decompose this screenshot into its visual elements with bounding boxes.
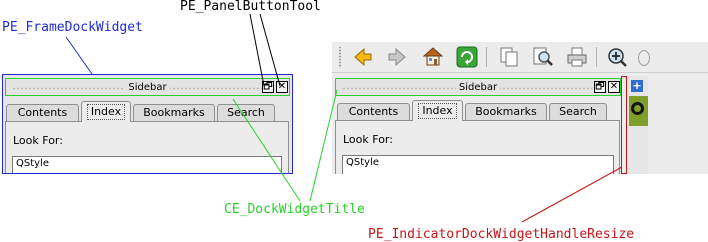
right-dock-title-bar[interactable]: Sidebar 🗗 ✕: [335, 78, 621, 96]
neighbour-panel: +: [628, 76, 648, 174]
home-icon[interactable]: [422, 45, 444, 67]
print-icon[interactable]: [566, 46, 588, 68]
forward-icon[interactable]: [386, 46, 408, 68]
tab-contents-right-label: Contents: [348, 105, 399, 118]
look-for-label-right: Look For:: [343, 133, 393, 146]
label-dock-widget-title: CE_DockWidgetTitle: [224, 202, 365, 217]
plus-icon[interactable]: +: [631, 80, 643, 92]
tab-content: Look For: QStyle: [5, 121, 289, 173]
tab-bookmarks-label: Bookmarks: [143, 106, 205, 119]
label-handle-resize: PE_IndicatorDockWidgetHandleResize: [368, 227, 635, 242]
tab-contents-label: Contents: [17, 106, 68, 119]
toolbar-overflow[interactable]: [638, 50, 650, 66]
find-icon[interactable]: [532, 46, 554, 68]
float-button[interactable]: 🗗: [262, 81, 274, 93]
tab-bar-right: Contents Index Bookmarks Search: [335, 100, 621, 121]
toolbar: [332, 42, 708, 73]
tab-index-right-label: Index: [418, 103, 457, 119]
tab-index-label: Index: [86, 104, 126, 120]
tab-contents[interactable]: Contents: [6, 104, 79, 121]
leader-frame-dock-widget: [65, 36, 93, 75]
dock-resize-handle[interactable]: [621, 76, 627, 174]
dock-title: Sidebar: [125, 82, 170, 93]
close-button-right[interactable]: ✕: [608, 81, 620, 93]
toolbar-separator-2: [596, 47, 597, 67]
float-button-right[interactable]: 🗗: [594, 81, 606, 93]
tab-bookmarks[interactable]: Bookmarks: [133, 104, 215, 121]
dock-title-right: Sidebar: [455, 82, 501, 93]
left-dock-widget: Sidebar 🗗 ✕ Contents Index Bookmarks Sea…: [2, 74, 293, 174]
neighbour-dial-icon: [631, 102, 644, 115]
label-frame-dock-widget: PE_FrameDockWidget: [2, 20, 143, 35]
label-panel-button-tool: PE_PanelButtonTool: [180, 0, 321, 14]
tab-contents-right[interactable]: Contents: [337, 103, 410, 120]
close-button[interactable]: ✕: [276, 81, 288, 93]
look-for-label: Look For:: [13, 134, 63, 147]
tab-search-label: Search: [227, 106, 265, 119]
tab-index-right[interactable]: Index: [412, 100, 463, 121]
tab-search-right[interactable]: Search: [549, 103, 607, 120]
tab-bookmarks-right-label: Bookmarks: [475, 105, 537, 118]
tab-bookmarks-right[interactable]: Bookmarks: [465, 103, 547, 120]
search-input[interactable]: QStyle: [12, 156, 282, 173]
right-window: Sidebar 🗗 ✕ Contents Index Bookmarks Sea…: [332, 42, 708, 174]
toolbar-handle[interactable]: [338, 46, 342, 68]
tab-content-right: Look For: QStyle: [335, 120, 620, 174]
tab-search-right-label: Search: [559, 105, 597, 118]
sync-icon[interactable]: [456, 46, 478, 68]
tab-index[interactable]: Index: [81, 101, 131, 122]
leader-handle-resize: [521, 166, 623, 223]
back-icon[interactable]: [352, 46, 374, 68]
left-dock-title-bar[interactable]: Sidebar 🗗 ✕: [5, 78, 290, 96]
toolbar-separator: [486, 47, 487, 67]
tab-search[interactable]: Search: [217, 104, 275, 121]
zoom-in-icon[interactable]: [606, 46, 628, 68]
tab-bar: Contents Index Bookmarks Search: [5, 101, 290, 122]
copy-icon[interactable]: [498, 46, 520, 68]
search-input-right[interactable]: QStyle: [342, 155, 614, 174]
